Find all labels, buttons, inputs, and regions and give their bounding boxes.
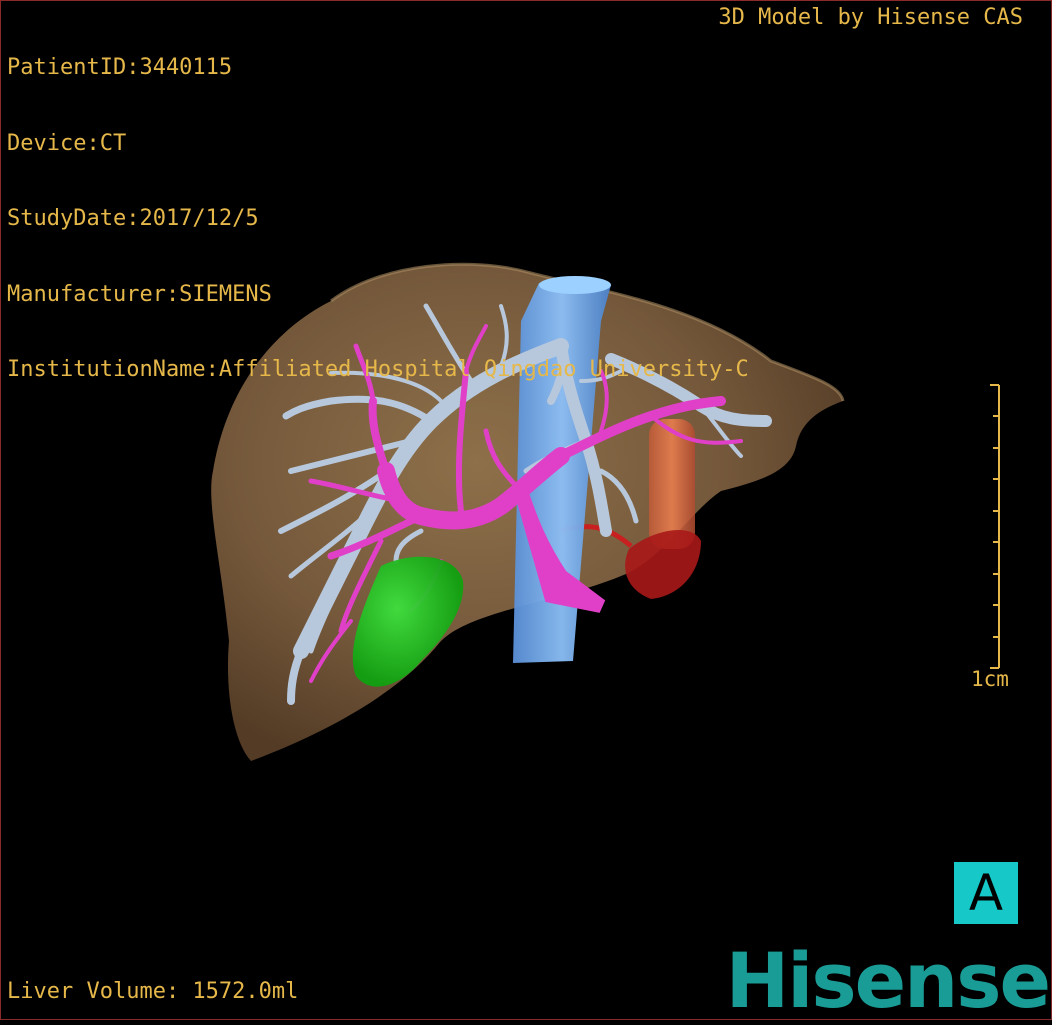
orientation-marker[interactable]: A [954, 862, 1018, 924]
study-date: StudyDate:2017/12/5 [7, 206, 259, 231]
patient-id: PatientID:3440115 [7, 55, 233, 80]
liver-volume: Liver Volume: 1572.0ml [7, 979, 299, 1004]
institution-name: InstitutionName:Affiliated Hospital Qing… [7, 357, 749, 382]
scale-bar [990, 384, 1000, 669]
manufacturer: Manufacturer:SIEMENS [7, 281, 272, 307]
device: Device:CT [7, 130, 127, 156]
model-credit: 3D Model by Hisense CAS [718, 5, 1023, 30]
3d-viewport[interactable]: PatientID:3440115 Device:CT StudyDate:20… [0, 0, 1052, 1025]
brand-logo: Hisense [725, 936, 1051, 1025]
study-info-panel: PatientID:3440115 Device:CT StudyDate:20… [7, 5, 749, 433]
scale-bar-label: 1cm [971, 667, 1009, 691]
